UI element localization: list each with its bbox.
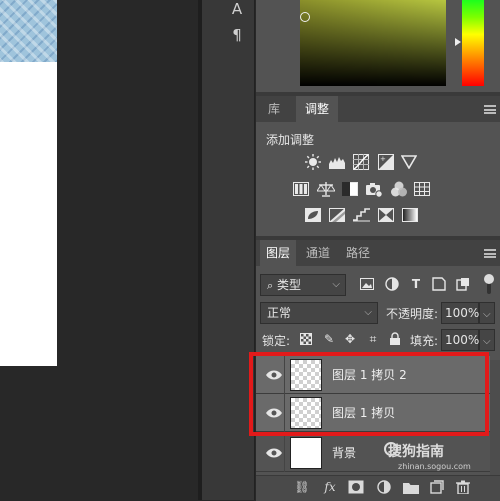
channel-mixer-icon[interactable]	[390, 181, 408, 197]
chevron-down-icon: ⌵	[483, 309, 491, 320]
adjustments-heading: 添加调整	[266, 133, 315, 147]
adjustment-filter-icon[interactable]	[385, 277, 399, 291]
paragraph-icon[interactable]: ¶	[228, 26, 246, 44]
lock-label: 锁定:	[262, 334, 291, 348]
layer-thumbnail	[290, 437, 322, 469]
tab-channels[interactable]: 通道	[300, 240, 336, 266]
svg-text:+: +	[380, 155, 386, 163]
tab-library[interactable]: 库	[256, 96, 292, 122]
filter-toggle-switch[interactable]	[484, 272, 494, 296]
exposure-icon[interactable]: +	[378, 154, 394, 170]
pixel-layer-filter-icon[interactable]	[360, 277, 374, 291]
type-tool-icon[interactable]: A	[228, 0, 246, 18]
mask-icon[interactable]	[348, 480, 364, 494]
tab-layers[interactable]: 图层	[260, 240, 296, 266]
chevron-down-icon: ⌵	[483, 336, 491, 347]
lock-pixels-brush-icon[interactable]: ✎	[321, 331, 337, 347]
threshold-icon[interactable]	[353, 208, 371, 222]
color-picker-ring[interactable]	[300, 12, 310, 22]
search-icon: ⌕	[267, 279, 274, 292]
highlight-box	[249, 352, 489, 436]
adjustments-tabbar: 库 调整	[256, 96, 500, 122]
tab-adjustments[interactable]: 调整	[296, 96, 338, 122]
photo-filter-icon[interactable]	[365, 181, 383, 197]
lock-artboard-icon[interactable]: ⌗	[365, 331, 381, 347]
curves-icon[interactable]	[353, 154, 369, 170]
new-layer-icon[interactable]	[430, 480, 444, 494]
layer-name[interactable]: 背景	[332, 434, 356, 472]
document-image	[0, 0, 57, 62]
panel-menu-icon[interactable]	[484, 105, 496, 114]
color-lookup-icon[interactable]	[414, 182, 430, 196]
layers-scrollbar[interactable]	[490, 360, 500, 475]
levels-icon[interactable]	[328, 154, 346, 170]
hue-slider-handle[interactable]	[455, 38, 461, 46]
layers-tabbar: 图层 通道 路径	[256, 240, 500, 266]
chevron-down-icon: ⌵	[364, 307, 372, 318]
lock-position-icon[interactable]: ✥	[342, 331, 358, 347]
gradient-map-icon[interactable]	[402, 208, 418, 222]
group-folder-icon[interactable]	[403, 481, 419, 494]
color-balance-icon[interactable]	[317, 181, 335, 197]
fill-dropdown[interactable]: ⌵	[479, 329, 495, 351]
invert-icon[interactable]	[305, 208, 321, 222]
smart-object-filter-icon[interactable]	[456, 277, 470, 291]
hue-saturation-icon[interactable]	[293, 182, 309, 196]
fill-label: 填充:	[410, 334, 439, 348]
color-saturation-field[interactable]	[300, 0, 446, 86]
layer-filter-label: 类型	[277, 278, 302, 292]
chevron-down-icon: ⌵	[332, 279, 340, 290]
blend-mode-select[interactable]: 正常 ⌵	[260, 302, 378, 324]
brightness-icon[interactable]	[305, 154, 321, 170]
panel-menu-icon[interactable]	[484, 249, 496, 258]
opacity-input[interactable]: 100%	[441, 302, 479, 324]
tab-paths[interactable]: 路径	[340, 240, 376, 266]
posterize-icon[interactable]	[329, 208, 345, 222]
layer-filter-select[interactable]: ⌕ 类型 ⌵	[260, 274, 346, 296]
fill-input[interactable]: 100%	[441, 329, 479, 351]
opacity-dropdown[interactable]: ⌵	[479, 302, 495, 324]
type-filter-icon[interactable]: T	[408, 276, 424, 292]
tool-strip	[202, 0, 255, 500]
watermark-text: 搜狗指南	[388, 444, 444, 460]
row-divider	[284, 434, 285, 472]
lock-transparent-icon[interactable]	[300, 333, 312, 345]
fx-icon[interactable]: fx	[322, 480, 338, 494]
selective-color-icon[interactable]	[378, 208, 394, 222]
vibrance-icon[interactable]	[401, 155, 417, 169]
adjustment-layer-icon[interactable]	[377, 480, 391, 494]
blend-mode-value: 正常	[267, 306, 292, 320]
watermark-url: zhinan.sogou.com	[398, 462, 471, 471]
eye-icon[interactable]	[266, 448, 282, 458]
black-white-icon[interactable]	[342, 182, 358, 196]
hue-slider[interactable]	[462, 0, 484, 86]
trash-icon[interactable]	[456, 480, 470, 494]
opacity-label: 不透明度:	[386, 307, 439, 321]
lock-all-icon[interactable]	[389, 332, 401, 346]
shape-filter-icon[interactable]	[432, 277, 446, 291]
link-icon[interactable]: ⛓	[294, 480, 310, 494]
